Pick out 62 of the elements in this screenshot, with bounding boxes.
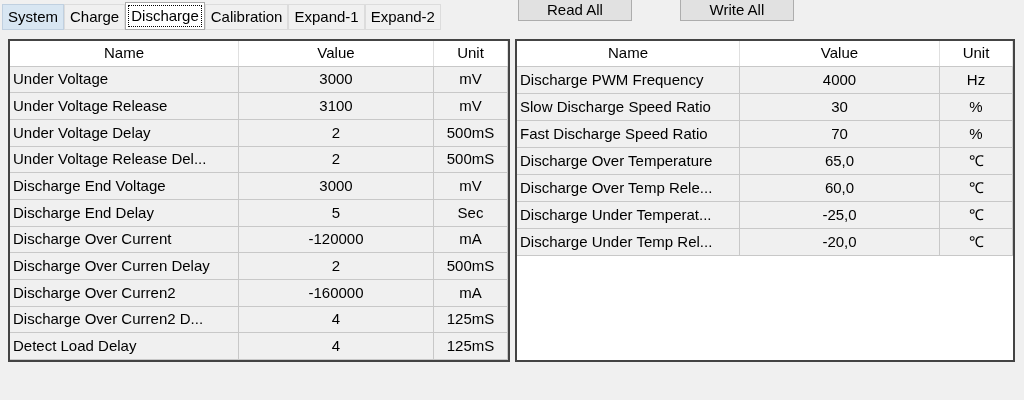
table-cell: 5 [239,200,434,226]
tab[interactable]: Expand-1 [288,4,365,30]
table-cell: 125mS [434,306,508,333]
table-cell: ℃ [940,148,1013,174]
table-cell: Discharge Over Curren2 D... [10,306,239,333]
tab[interactable]: Charge [64,4,126,30]
table-cell: 2 [239,120,434,146]
table-cell: % [940,121,1013,147]
tab[interactable]: System [2,4,64,30]
table-cell: Discharge End Delay [10,200,239,226]
table-cell: 4 [239,333,434,360]
table-cell: Slow Discharge Speed Ratio [517,94,740,120]
table-cell: % [940,94,1013,120]
table-cell: mV [434,173,508,200]
table-cell: -25,0 [740,202,940,228]
table-cell: Discharge PWM Frequency [517,67,740,93]
table-cell: 70 [740,121,940,147]
table-cell: Under Voltage [10,66,239,93]
table-cell: Under Voltage Delay [10,120,239,146]
table-cell: 500mS [434,120,508,146]
table-cell: Discharge Over Curren Delay [10,253,239,280]
table-cell: 3100 [239,93,434,119]
table-cell: mV [434,66,508,93]
table-cell: Discharge Under Temperat... [517,202,740,228]
table-cell: 2 [239,146,434,173]
table-cell: 4000 [740,67,940,93]
table-cell: 500mS [434,253,508,280]
table-cell: 4 [239,306,434,333]
tab[interactable]: Calibration [204,4,289,30]
table-cell: Discharge Over Curren2 [10,280,239,306]
table-cell: Discharge Over Temperature [517,148,740,174]
action-button[interactable]: Read All [517,0,632,21]
table-cell: -120000 [239,226,434,253]
table-cell: Sec [434,200,508,226]
table-cell: Fast Discharge Speed Ratio [517,121,740,147]
table-cell: ℃ [940,229,1013,255]
table-cell: 125mS [434,333,508,360]
table-cell: Discharge Under Temp Rel... [517,229,740,255]
table-cell: Detect Load Delay [10,333,239,360]
table-cell: 65,0 [740,148,940,174]
table-cell: -160000 [239,280,434,306]
table-cell: mA [434,226,508,253]
table-cell: Discharge End Voltage [10,173,239,200]
table-cell: -20,0 [740,229,940,255]
table-cell: 500mS [434,146,508,173]
table-cell: mA [434,280,508,306]
table-cell: 60,0 [740,175,940,201]
table-cell: Discharge Over Current [10,226,239,253]
table-cell: Under Voltage Release Del... [10,146,239,173]
tab[interactable]: Discharge [125,2,205,30]
action-button[interactable]: Write All [679,0,794,21]
table-cell: ℃ [940,175,1013,201]
table-cell: Under Voltage Release [10,93,239,119]
table-cell: Hz [940,67,1013,93]
table-cell: 3000 [239,173,434,200]
table-cell: Discharge Over Temp Rele... [517,175,740,201]
tab[interactable]: Expand-2 [364,4,441,30]
table-cell: 3000 [239,66,434,93]
table-cell: ℃ [940,202,1013,228]
table-cell: 2 [239,253,434,280]
table-cell: 30 [740,94,940,120]
table-cell: mV [434,93,508,119]
